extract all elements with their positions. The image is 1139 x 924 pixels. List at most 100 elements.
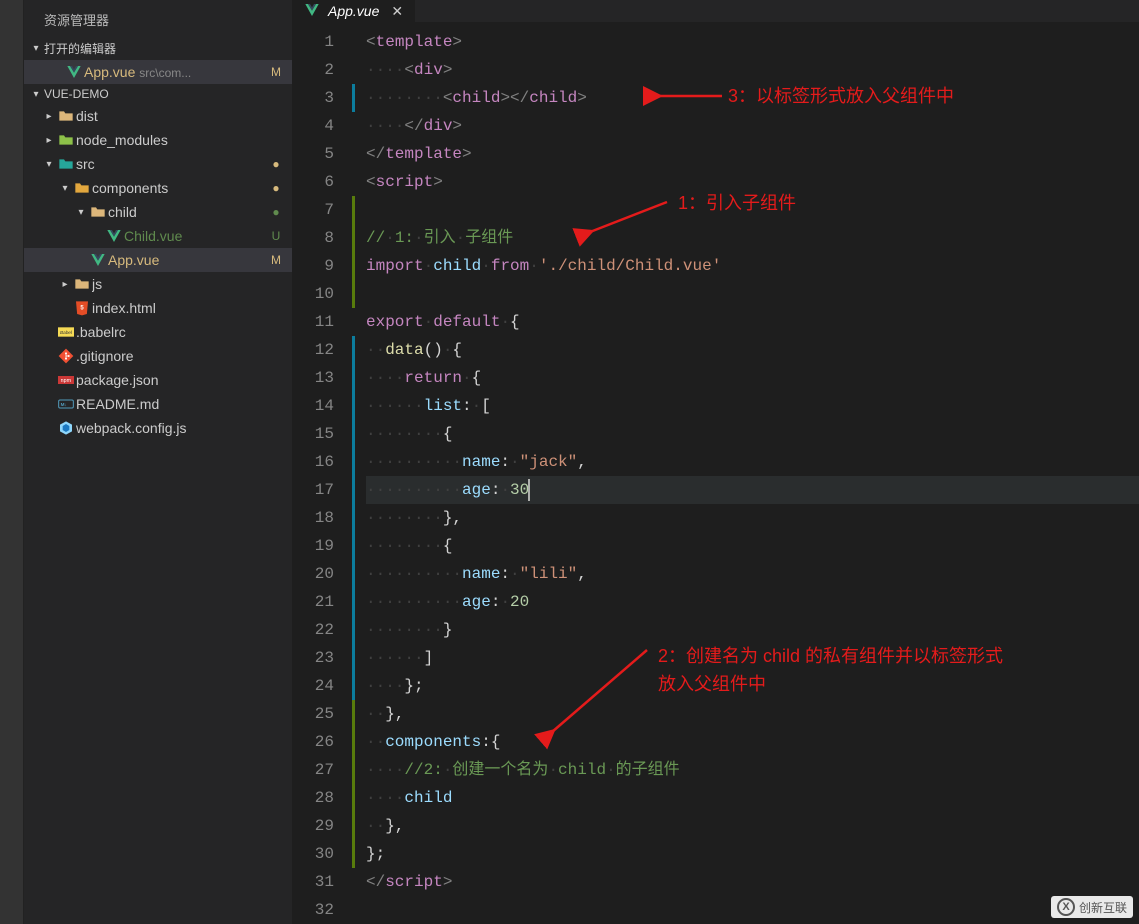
file-label: package.json — [76, 372, 268, 388]
file-label: src — [76, 156, 268, 172]
explorer-title: 资源管理器 — [24, 0, 292, 37]
activity-bar[interactable] — [0, 0, 24, 924]
file-webpack-config-js[interactable]: webpack.config.js — [24, 416, 292, 440]
file-label: index.html — [92, 300, 268, 316]
git-status-badge: M — [268, 65, 284, 79]
code-line-12[interactable]: ··data()·{ — [366, 336, 1139, 364]
code-line-28[interactable]: ····child — [366, 784, 1139, 812]
code-line-5[interactable]: </template> — [366, 140, 1139, 168]
folder-js[interactable]: ▸js — [24, 272, 292, 296]
code-line-9[interactable]: import·child·from·'./child/Child.vue' — [366, 252, 1139, 280]
git-status-badge: U — [268, 229, 284, 243]
file-app-vue[interactable]: App.vueM — [24, 248, 292, 272]
code-line-1[interactable]: <template> — [366, 28, 1139, 56]
code-line-3[interactable]: ········<child></child> — [366, 84, 1139, 112]
code-content[interactable]: <template>····<div>········<child></chil… — [356, 28, 1139, 924]
file-label: Child.vue — [124, 228, 268, 244]
vue-icon — [304, 2, 320, 21]
code-line-21[interactable]: ··········age:·20 — [366, 588, 1139, 616]
code-line-18[interactable]: ········}, — [366, 504, 1139, 532]
code-line-30[interactable]: }; — [366, 840, 1139, 868]
code-line-7[interactable] — [366, 196, 1139, 224]
project-name: VUE-DEMO — [44, 87, 109, 101]
folder-node_modules[interactable]: ▸ node_modules — [24, 128, 292, 152]
code-line-20[interactable]: ··········name:·"lili", — [366, 560, 1139, 588]
code-line-31[interactable]: </script> — [366, 868, 1139, 896]
line-number-gutter: 1234567891011121314151617181920212223242… — [292, 28, 352, 924]
chevron-icon: ▸ — [42, 111, 56, 122]
vue-icon — [104, 228, 124, 244]
folder-child[interactable]: ▾ child● — [24, 200, 292, 224]
chevron-icon: ▸ — [42, 135, 56, 146]
chevron-down-icon: ▾ — [28, 43, 44, 54]
chevron-icon: ▾ — [42, 159, 56, 170]
chevron-icon: ▾ — [58, 183, 72, 194]
vue-icon — [88, 252, 108, 268]
code-line-2[interactable]: ····<div> — [366, 56, 1139, 84]
folder-green-icon — [56, 132, 76, 148]
tab-bar: App.vue ✕ — [292, 0, 1139, 22]
code-line-4[interactable]: ····</div> — [366, 112, 1139, 140]
file--babelrc[interactable]: Babel.babelrc — [24, 320, 292, 344]
webpack-icon — [56, 420, 76, 436]
folder-dist[interactable]: ▸ dist — [24, 104, 292, 128]
md-icon: M↓ — [56, 396, 76, 412]
file-label: child — [108, 204, 268, 220]
code-line-24[interactable]: ····}; — [366, 672, 1139, 700]
close-icon[interactable]: ✕ — [387, 3, 403, 20]
open-editors-label: 打开的编辑器 — [44, 40, 116, 57]
folder-src[interactable]: ▾ src● — [24, 152, 292, 176]
git-status-badge: M — [268, 253, 284, 267]
code-line-26[interactable]: ··components:{ — [366, 728, 1139, 756]
code-line-16[interactable]: ··········name:·"jack", — [366, 448, 1139, 476]
git-status-badge: ● — [268, 205, 284, 219]
file-readme-md[interactable]: M↓README.md — [24, 392, 292, 416]
babel-icon: Babel — [56, 324, 76, 340]
code-line-13[interactable]: ····return·{ — [366, 364, 1139, 392]
code-line-23[interactable]: ······] — [366, 644, 1139, 672]
chevron-icon: ▾ — [74, 207, 88, 218]
tab-label: App.vue — [328, 3, 379, 19]
code-line-8[interactable]: //·1:·引入·子组件 — [366, 224, 1139, 252]
code-editor[interactable]: 1234567891011121314151617181920212223242… — [292, 22, 1139, 924]
open-editor-path: src\com... — [139, 66, 191, 80]
file-package-json[interactable]: npmpackage.json — [24, 368, 292, 392]
code-line-22[interactable]: ········} — [366, 616, 1139, 644]
folder-yellow-icon — [88, 204, 108, 220]
file-label: webpack.config.js — [76, 420, 268, 436]
html-icon: 5 — [72, 300, 92, 316]
code-line-6[interactable]: <script> — [366, 168, 1139, 196]
file-label: README.md — [76, 396, 268, 412]
tab-app-vue[interactable]: App.vue ✕ — [292, 0, 416, 22]
folder-orange-icon — [72, 180, 92, 196]
file-child-vue[interactable]: Child.vueU — [24, 224, 292, 248]
code-line-25[interactable]: ··}, — [366, 700, 1139, 728]
git-status-badge: ● — [268, 157, 284, 171]
file-index-html[interactable]: 5index.html — [24, 296, 292, 320]
code-line-32[interactable] — [366, 896, 1139, 924]
open-editors-section[interactable]: ▾ 打开的编辑器 — [24, 37, 292, 60]
file--gitignore[interactable]: .gitignore — [24, 344, 292, 368]
watermark: X 创新互联 — [1051, 896, 1133, 918]
file-label: node_modules — [76, 132, 268, 148]
code-line-19[interactable]: ········{ — [366, 532, 1139, 560]
explorer-sidebar: 资源管理器 ▾ 打开的编辑器 App.vue src\com... M ▾ VU… — [24, 0, 292, 924]
file-tree: ▸dist▸node_modules▾src●▾components●▾chil… — [24, 104, 292, 440]
watermark-logo-icon: X — [1057, 898, 1075, 916]
code-line-27[interactable]: ····//2:·创建一个名为·child·的子组件 — [366, 756, 1139, 784]
code-line-17[interactable]: ··········age:·30 — [366, 476, 1139, 504]
file-label: .gitignore — [76, 348, 268, 364]
open-editor-item[interactable]: App.vue src\com... M — [24, 60, 292, 84]
project-section[interactable]: ▾ VUE-DEMO — [24, 84, 292, 104]
folder-teal-icon — [56, 156, 76, 172]
git-status-badge: ● — [268, 181, 284, 195]
file-label: dist — [76, 108, 268, 124]
code-line-11[interactable]: export·default·{ — [366, 308, 1139, 336]
chevron-icon: ▸ — [58, 279, 72, 290]
code-line-29[interactable]: ··}, — [366, 812, 1139, 840]
code-line-14[interactable]: ······list:·[ — [366, 392, 1139, 420]
code-line-10[interactable] — [366, 280, 1139, 308]
folder-components[interactable]: ▾components● — [24, 176, 292, 200]
code-line-15[interactable]: ········{ — [366, 420, 1139, 448]
folder-yellow-icon — [72, 276, 92, 292]
